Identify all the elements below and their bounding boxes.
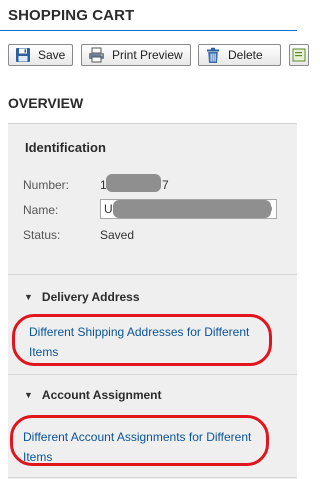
chevron-down-icon: ▼ [24, 390, 33, 400]
account-assignment-toggle[interactable]: ▼ Account Assignment [24, 388, 162, 402]
toolbar-overflow-button[interactable] [289, 44, 309, 66]
section-divider [8, 374, 297, 375]
print-preview-button[interactable]: Print Preview [81, 44, 191, 66]
status-label: Status: [23, 228, 61, 242]
print-preview-label: Print Preview [112, 48, 183, 62]
highlight-oval-shipping [12, 314, 272, 366]
save-button-label: Save [38, 48, 66, 62]
delete-button-label: Delete [228, 48, 263, 62]
trash-icon [205, 47, 221, 64]
save-button[interactable]: Save [8, 44, 73, 66]
overview-heading: OVERVIEW [8, 95, 84, 111]
account-assignment-heading: Account Assignment [41, 388, 162, 402]
toolbar: Save Print Preview Delete [8, 44, 309, 68]
delivery-address-heading: Delivery Address [41, 290, 140, 304]
redacted-name [113, 200, 271, 218]
number-label: Number: [23, 178, 70, 192]
delivery-address-toggle[interactable]: ▼ Delivery Address [24, 290, 140, 304]
number-value-end: 7 [162, 178, 169, 192]
section-divider [8, 274, 297, 275]
printer-icon [88, 47, 105, 63]
chevron-down-icon: ▼ [24, 292, 33, 302]
page-title: SHOPPING CART [8, 7, 135, 24]
title-divider [0, 30, 297, 31]
name-value-start: U [104, 202, 113, 216]
name-label: Name: [23, 203, 59, 217]
floppy-disk-icon [15, 47, 31, 63]
status-value: Saved [100, 228, 135, 242]
identification-heading: Identification [25, 140, 106, 155]
tool-icon [292, 47, 306, 63]
highlight-oval-account [10, 415, 269, 466]
redacted-number [106, 174, 161, 192]
delete-button[interactable]: Delete [198, 44, 281, 66]
